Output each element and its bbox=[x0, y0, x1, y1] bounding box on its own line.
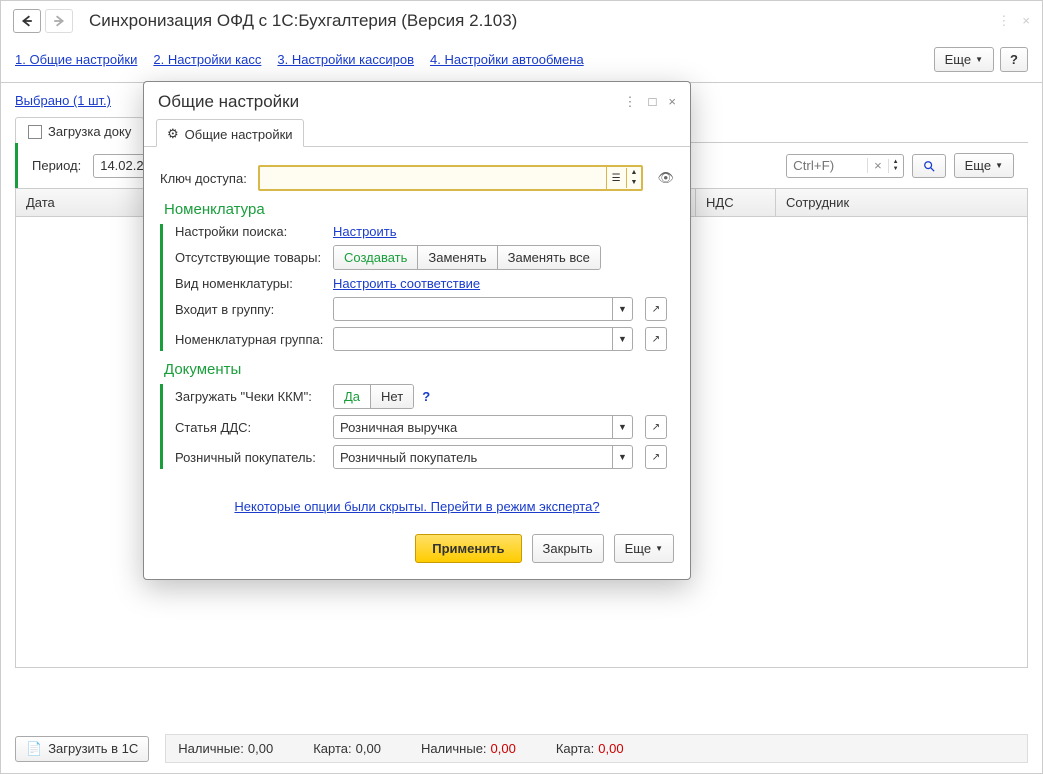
arrow-right-icon bbox=[53, 15, 65, 27]
apply-button[interactable]: Применить bbox=[415, 534, 521, 563]
nomenclature-type-label: Вид номенклатуры: bbox=[175, 276, 325, 291]
load-checks-label: Загружать "Чеки ККМ": bbox=[175, 389, 325, 404]
access-key-label: Ключ доступа: bbox=[160, 171, 250, 186]
configure-search-link[interactable]: Настроить bbox=[333, 224, 397, 239]
arrow-left-icon bbox=[21, 15, 33, 27]
dds-label: Статья ДДС: bbox=[175, 420, 325, 435]
column-nds[interactable]: НДС bbox=[696, 189, 776, 216]
dialog-close-icon[interactable]: × bbox=[668, 94, 676, 110]
page-title: Синхронизация ОФД с 1С:Бухгалтерия (Верс… bbox=[89, 11, 517, 31]
cash2-value: 0,00 bbox=[491, 741, 516, 756]
nomenclature-group-open-button[interactable]: ↗ bbox=[645, 327, 667, 351]
nav-forward-button[interactable] bbox=[45, 9, 73, 33]
general-settings-dialog: Общие настройки ⋮ □ × ⚙ Общие настройки … bbox=[143, 81, 691, 580]
search-box[interactable]: × ▲▼ bbox=[786, 154, 904, 178]
access-key-input-wrap: ☰ ▲ ▼ bbox=[258, 165, 643, 191]
tab-cashier-settings[interactable]: 3. Настройки кассиров bbox=[277, 52, 414, 67]
period-label: Период: bbox=[32, 158, 81, 173]
help-button[interactable]: ? bbox=[1000, 47, 1028, 72]
search-button[interactable] bbox=[912, 154, 946, 178]
tab-load-documents-label: Загрузка доку bbox=[48, 124, 131, 139]
tab-general-settings[interactable]: 1. Общие настройки bbox=[15, 52, 137, 67]
list-picker-icon[interactable]: ☰ bbox=[606, 166, 626, 190]
dialog-more-button[interactable]: Еще ▼ bbox=[614, 534, 674, 563]
dds-open-button[interactable]: ↗ bbox=[645, 415, 667, 439]
cash-label: Наличные: bbox=[178, 741, 244, 756]
toolbar-more-button[interactable]: Еще ▼ bbox=[954, 153, 1014, 178]
column-employee[interactable]: Сотрудник bbox=[776, 189, 1027, 216]
in-group-label: Входит в группу: bbox=[175, 302, 325, 317]
section-documents: Документы bbox=[160, 361, 674, 378]
key-spinner-down[interactable]: ▼ bbox=[627, 178, 642, 188]
retail-buyer-label: Розничный покупатель: bbox=[175, 450, 325, 465]
chevron-down-icon[interactable]: ▼ bbox=[612, 328, 632, 350]
dds-select[interactable]: Розничная выручка▼ bbox=[333, 415, 633, 439]
chevron-down-icon[interactable]: ▼ bbox=[612, 298, 632, 320]
dialog-title: Общие настройки bbox=[158, 92, 299, 112]
stats-bar: Наличные: 0,00 Карта: 0,00 Наличные: 0,00 К… bbox=[165, 734, 1028, 763]
seg-create[interactable]: Создавать bbox=[334, 246, 418, 269]
cash-value: 0,00 bbox=[248, 741, 273, 756]
search-input[interactable] bbox=[787, 158, 867, 173]
missing-goods-label: Отсутствующие товары: bbox=[175, 250, 325, 265]
selected-count-link[interactable]: Выбрано (1 шт.) bbox=[15, 93, 111, 108]
seg-replace[interactable]: Заменять bbox=[418, 246, 497, 269]
document-icon bbox=[28, 125, 42, 139]
gear-icon: ⚙ bbox=[167, 126, 179, 142]
in-group-select[interactable]: ▼ bbox=[333, 297, 633, 321]
search-icon bbox=[923, 159, 935, 173]
tab-cash-settings[interactable]: 2. Настройки касс bbox=[153, 52, 261, 67]
missing-goods-toggle: Создавать Заменять Заменять все bbox=[333, 245, 601, 270]
card2-label: Карта: bbox=[556, 741, 594, 756]
retail-buyer-select[interactable]: Розничный покупатель▼ bbox=[333, 445, 633, 469]
search-settings-label: Настройки поиска: bbox=[175, 224, 325, 239]
expert-mode-link[interactable]: Некоторые опции были скрыты. Перейти в р… bbox=[234, 499, 599, 514]
configure-mapping-link[interactable]: Настроить соответствие bbox=[333, 276, 480, 291]
card-value: 0,00 bbox=[356, 741, 381, 756]
search-spinner[interactable]: ▲▼ bbox=[888, 159, 903, 173]
seg-yes[interactable]: Да bbox=[334, 385, 371, 408]
eye-icon[interactable]: 👁 bbox=[657, 170, 674, 186]
more-label: Еще bbox=[945, 52, 971, 67]
cash2-label: Наличные: bbox=[421, 741, 487, 756]
section-nomenclature: Номенклатура bbox=[160, 201, 674, 218]
key-spinner-up[interactable]: ▲ bbox=[627, 168, 642, 178]
more-button[interactable]: Еще ▼ bbox=[934, 47, 994, 72]
chevron-down-icon[interactable]: ▼ bbox=[612, 416, 632, 438]
dialog-kebab-icon[interactable]: ⋮ bbox=[624, 94, 637, 110]
nomenclature-group-select[interactable]: ▼ bbox=[333, 327, 633, 351]
in-group-open-button[interactable]: ↗ bbox=[645, 297, 667, 321]
dialog-tab-general[interactable]: ⚙ Общие настройки bbox=[156, 119, 304, 147]
nav-back-button[interactable] bbox=[13, 9, 41, 33]
kebab-icon[interactable]: ⋮ bbox=[997, 13, 1010, 29]
dialog-maximize-icon[interactable]: □ bbox=[649, 94, 657, 110]
load-checks-toggle: Да Нет bbox=[333, 384, 414, 409]
tab-autoexchange-settings[interactable]: 4. Настройки автообмена bbox=[430, 52, 584, 67]
seg-replace-all[interactable]: Заменять все bbox=[498, 246, 600, 269]
access-key-input[interactable] bbox=[260, 171, 606, 186]
chevron-down-icon: ▼ bbox=[995, 161, 1003, 170]
retail-buyer-open-button[interactable]: ↗ bbox=[645, 445, 667, 469]
card-label: Карта: bbox=[313, 741, 351, 756]
seg-no[interactable]: Нет bbox=[371, 385, 413, 408]
close-window-icon[interactable]: × bbox=[1022, 13, 1030, 29]
card2-value: 0,00 bbox=[598, 741, 623, 756]
load-icon: 📄 bbox=[26, 741, 42, 757]
tab-load-documents[interactable]: Загрузка доку bbox=[15, 117, 144, 143]
chevron-down-icon: ▼ bbox=[975, 55, 983, 64]
nomenclature-group-label: Номенклатурная группа: bbox=[175, 332, 325, 347]
load-to-1c-button[interactable]: 📄 Загрузить в 1С bbox=[15, 736, 149, 762]
close-button[interactable]: Закрыть bbox=[532, 534, 604, 563]
chevron-down-icon: ▼ bbox=[655, 544, 663, 553]
help-icon[interactable]: ? bbox=[422, 389, 430, 404]
chevron-down-icon[interactable]: ▼ bbox=[612, 446, 632, 468]
clear-search-icon[interactable]: × bbox=[867, 158, 888, 173]
